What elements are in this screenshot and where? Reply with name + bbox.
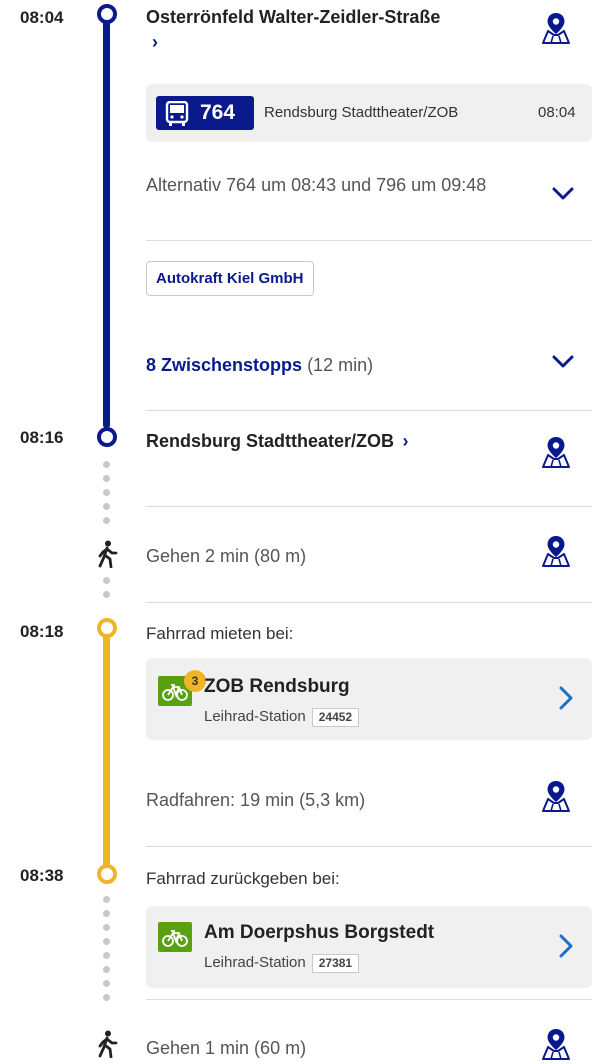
station-type-label: Leihrad-Station <box>204 708 306 725</box>
walk-dot <box>103 461 110 468</box>
map-pin-icon[interactable] <box>541 436 571 468</box>
ride-text: Radfahren: 19 min (5,3 km) <box>146 790 366 810</box>
walk-dot <box>103 980 110 987</box>
bus-line-box[interactable]: 764 Rendsburg Stadttheater/ZOB 08:04 <box>146 84 592 142</box>
return-station-type: Leihrad-Station 27381 <box>204 954 360 973</box>
map-pin-icon[interactable] <box>541 12 571 44</box>
return-stop-marker <box>97 864 117 884</box>
chevron-right-icon[interactable] <box>558 685 574 711</box>
divider <box>146 999 592 1000</box>
bike-station-badge: 3 <box>158 670 206 706</box>
line-departure-time: 08:04 <box>538 104 576 121</box>
departure-time: 08:04 <box>20 8 64 27</box>
expand-stops-chevron-down-icon[interactable] <box>552 355 574 369</box>
bike-station-badge <box>158 922 192 952</box>
walk-dot <box>103 591 110 598</box>
arrival-stop-name: Rendsburg Stadttheater/ZOB <box>146 431 395 451</box>
walk-dot <box>103 994 110 1001</box>
walk-dot <box>103 896 110 903</box>
map-pin-icon[interactable] <box>541 1028 571 1060</box>
station-id: 24452 <box>311 708 360 727</box>
rent-stop-marker <box>97 618 117 638</box>
walk-text: Gehen 1 min (60 m) <box>146 1038 307 1058</box>
walking-person-icon <box>98 1030 118 1058</box>
station-id: 27381 <box>311 954 360 973</box>
rent-station-name: ZOB Rendsburg <box>204 676 350 697</box>
station-type-label: Leihrad-Station <box>204 954 306 971</box>
arrival-time: 08:16 <box>20 428 64 447</box>
arrival-stop-link[interactable]: Rendsburg Stadttheater/ZOB › <box>146 431 408 452</box>
expand-alternatives-chevron-down-icon[interactable] <box>552 187 574 201</box>
divider <box>146 240 592 241</box>
line-badge: 764 <box>156 96 254 130</box>
walk-dot <box>103 517 110 524</box>
walk-dot <box>103 503 110 510</box>
intermediate-stops-label: 8 Zwischenstopps <box>146 355 303 375</box>
departure-stop-marker <box>97 4 117 24</box>
walking-person-icon <box>98 540 118 568</box>
rent-station-type: Leihrad-Station 24452 <box>204 708 360 727</box>
rent-station-card[interactable]: 3 ZOB Rendsburg Leihrad-Station 24452 <box>146 658 592 740</box>
operator-button[interactable]: Autokraft Kiel GmbH <box>146 261 314 296</box>
return-station-name: Am Doerpshus Borgstedt <box>204 922 435 943</box>
walk-text: Gehen 2 min (80 m) <box>146 546 307 566</box>
walk-dot <box>103 577 110 584</box>
walk-dot <box>103 966 110 973</box>
map-pin-icon[interactable] <box>541 535 571 567</box>
arrival-stop-marker <box>97 427 117 447</box>
line-destination: Rendsburg Stadttheater/ZOB <box>264 104 459 121</box>
departure-stop-chevron[interactable]: › <box>152 32 158 53</box>
divider <box>146 846 592 847</box>
line-number: 764 <box>200 101 236 124</box>
departure-stop-name[interactable]: Osterrönfeld Walter-Zeidler-Straße <box>146 7 440 28</box>
walk-dot <box>103 489 110 496</box>
rent-label: Fahrrad mieten bei: <box>146 624 294 643</box>
divider <box>146 410 592 411</box>
divider <box>146 506 592 507</box>
bike-line-track <box>103 628 110 880</box>
return-station-card[interactable]: Am Doerpshus Borgstedt Leihrad-Station 27… <box>146 906 592 988</box>
map-pin-icon[interactable] <box>541 780 571 812</box>
intermediate-stops-toggle[interactable]: 8 Zwischenstopps (12 min) <box>146 355 373 376</box>
return-time: 08:38 <box>20 866 64 885</box>
return-label: Fahrrad zurückgeben bei: <box>146 869 340 888</box>
bus-icon <box>165 101 189 126</box>
arrival-stop-chevron: › <box>402 431 409 451</box>
walk-dot <box>103 910 110 917</box>
walk-dot <box>103 475 110 482</box>
alternatives-text: Alternativ 764 um 08:43 und 796 um 09:48 <box>146 175 487 195</box>
divider <box>146 602 592 603</box>
intermediate-stops-duration: (12 min) <box>307 355 374 375</box>
rent-time: 08:18 <box>20 622 64 641</box>
available-bikes-count: 3 <box>184 670 206 692</box>
chevron-right-icon[interactable] <box>558 933 574 959</box>
walk-dot <box>103 924 110 931</box>
bus-line-track <box>103 16 110 428</box>
walk-dot <box>103 938 110 945</box>
bicycle-icon <box>162 930 188 947</box>
walk-dot <box>103 952 110 959</box>
